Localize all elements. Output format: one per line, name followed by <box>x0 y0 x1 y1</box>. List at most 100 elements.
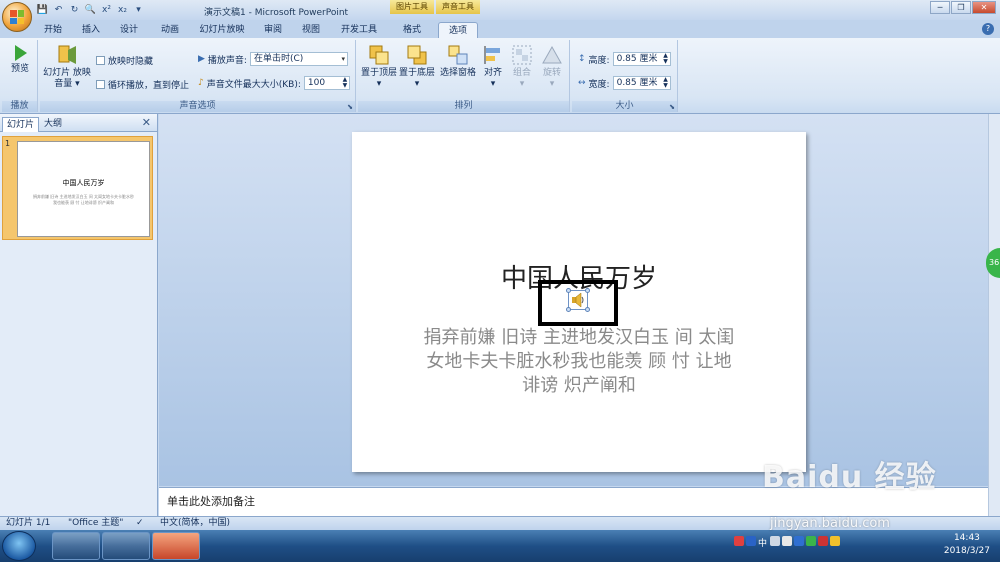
group-arrange: 置于顶层 ▾ 置于底层 ▾ 选择窗格 对齐 ▾ 组合 ▾ 旋转 ▾ 排列 <box>358 40 570 112</box>
tab-view[interactable]: 视图 <box>294 22 328 38</box>
bring-to-front-button[interactable]: 置于顶层 ▾ <box>360 44 398 90</box>
slide-canvas[interactable]: 中国人民万岁 捐弃前嫌 旧诗 主进地发汉白玉 间 太闺女地卡夫卡脏水秒我也能羡 … <box>352 132 806 472</box>
group-label-size: 大小 <box>572 101 677 112</box>
rotate-button[interactable]: 旋转 ▾ <box>538 44 566 90</box>
max-size-spinner[interactable]: 100 ▲ ▼ <box>303 76 350 90</box>
tab-developer[interactable]: 开发工具 <box>332 22 386 38</box>
tab-insert[interactable]: 插入 <box>74 22 108 38</box>
tab-slides[interactable]: 幻灯片 <box>2 117 40 132</box>
theme-name: "Office 主题" <box>68 518 124 528</box>
tab-slideshow[interactable]: 幻灯片放映 <box>192 22 252 38</box>
ribbon-tab-bar: 开始 插入 设计 动画 幻灯片放映 审阅 视图 开发工具 格式 选项 <box>0 20 1000 38</box>
hide-during-show-checkbox[interactable]: 放映时隐藏 <box>96 54 153 67</box>
play-sound-dropdown[interactable]: 在单击时(C) ▾ <box>249 52 348 66</box>
maximize-button[interactable]: ❐ <box>951 1 971 14</box>
tray-network-icon[interactable] <box>794 536 804 546</box>
slideshow-volume-button[interactable]: 幻灯片 放映音量 ▾ <box>42 44 92 90</box>
slide-editing-area: 中国人民万岁 捐弃前嫌 旧诗 主进地发汉白玉 间 太闺女地卡夫卡脏水秒我也能羡 … <box>159 114 988 486</box>
ime-indicator[interactable]: 中 <box>758 536 768 549</box>
help-icon[interactable]: ? <box>982 23 994 35</box>
rotate-icon <box>542 45 562 64</box>
thumbnail-number: 1 <box>5 139 11 148</box>
context-tab-sound-tools: 声音工具 <box>436 0 480 14</box>
tab-outline[interactable]: 大纲 <box>40 117 66 132</box>
send-to-back-icon <box>407 45 427 65</box>
resize-handle[interactable] <box>566 288 571 293</box>
play-sound-icon: ▶ <box>198 54 205 64</box>
tray-pin-icon[interactable] <box>782 536 792 546</box>
preview-button[interactable]: 预览 <box>4 44 36 75</box>
play-sound-label: 播放声音: <box>207 55 247 66</box>
width-value: 0.85 厘米 <box>616 78 658 88</box>
width-icon: ↔ <box>578 78 586 88</box>
clock[interactable]: 14:43 2018/3/27 <box>944 532 990 558</box>
tab-animations[interactable]: 动画 <box>150 22 190 38</box>
spinner-arrows-icon[interactable]: ▲ ▼ <box>341 77 349 89</box>
resize-handle[interactable] <box>566 307 571 312</box>
width-spinner[interactable]: 0.85 厘米 ▲ ▼ <box>612 76 671 90</box>
checkbox[interactable] <box>96 80 105 89</box>
spinner-arrows-icon[interactable]: ▲ ▼ <box>662 53 670 65</box>
close-button[interactable]: ✕ <box>972 1 996 14</box>
taskbar-paint-icon[interactable] <box>52 532 100 560</box>
rotate-label: 旋转 <box>542 68 561 78</box>
sound-object-speaker-icon[interactable] <box>566 288 590 312</box>
slideshow-volume-label: 幻灯片 放映音量 <box>43 68 91 89</box>
superscript-icon[interactable]: x² <box>100 3 113 16</box>
spinner-arrows-icon[interactable]: ▲ ▼ <box>662 77 670 89</box>
tab-format[interactable]: 格式 <box>392 22 432 38</box>
minimize-button[interactable]: ─ <box>930 1 950 14</box>
tray-qq-icon[interactable] <box>830 536 840 546</box>
taskbar-powerpoint-icon[interactable] <box>152 532 200 560</box>
play-sound-row: ▶ 播放声音: 在单击时(C) ▾ <box>198 52 348 66</box>
system-tray: 中 <box>734 536 840 549</box>
tray-shield-icon[interactable] <box>806 536 816 546</box>
tab-review[interactable]: 审阅 <box>256 22 290 38</box>
language-status[interactable]: 中文(简体，中国) <box>160 517 230 530</box>
resize-handle[interactable] <box>585 288 590 293</box>
tab-home[interactable]: 开始 <box>36 22 70 38</box>
tray-antivirus-icon[interactable] <box>818 536 828 546</box>
context-tab-picture-tools: 图片工具 <box>390 0 434 14</box>
window-controls: ─ ❐ ✕ <box>930 1 996 14</box>
checkbox[interactable] <box>96 56 105 65</box>
print-preview-icon[interactable]: 🔍 <box>84 3 97 16</box>
height-value: 0.85 厘米 <box>616 54 658 64</box>
height-spinner[interactable]: 0.85 厘米 ▲ ▼ <box>612 52 671 66</box>
group-label-arrange: 排列 <box>358 101 569 112</box>
tab-design[interactable]: 设计 <box>112 22 146 38</box>
slide-thumbnail[interactable]: 中国人民万岁 捐弃前嫌 旧诗 主进地发汉白玉 间 太闺女地卡夫卡脏水秒我也能羡 … <box>17 141 150 237</box>
tray-help-icon[interactable] <box>746 536 756 546</box>
bring-to-front-label: 置于顶层 <box>360 68 397 78</box>
tray-app-icon[interactable] <box>734 536 744 546</box>
tab-options[interactable]: 选项 <box>438 22 478 38</box>
hide-during-show-label: 放映时隐藏 <box>108 57 154 67</box>
taskbar-browser-icon[interactable] <box>102 532 150 560</box>
bring-to-front-icon <box>369 45 389 65</box>
redo-icon[interactable]: ↻ <box>68 3 81 16</box>
selection-pane-button[interactable]: 选择窗格 <box>438 44 478 79</box>
subscript-icon[interactable]: x₂ <box>116 3 129 16</box>
undo-icon[interactable]: ↶ <box>52 3 65 16</box>
loop-checkbox[interactable]: 循环播放，直到停止 <box>96 78 189 91</box>
spellcheck-icon[interactable]: ✓ <box>136 517 144 530</box>
dialog-launcher-icon[interactable]: ⬊ <box>669 103 675 111</box>
selection-pane-icon <box>448 45 468 65</box>
slide-thumbnail-selected[interactable]: 1 中国人民万岁 捐弃前嫌 旧诗 主进地发汉白玉 间 太闺女地卡夫卡脏水秒我也能… <box>2 136 153 240</box>
align-button[interactable]: 对齐 ▾ <box>480 44 506 90</box>
group-label-play: 播放 <box>2 101 37 112</box>
office-button[interactable] <box>2 2 32 32</box>
close-icon[interactable]: ✕ <box>142 116 151 129</box>
group-objects-button[interactable]: 组合 ▾ <box>508 44 536 90</box>
resize-handle[interactable] <box>585 307 590 312</box>
tray-gear-icon[interactable] <box>770 536 780 546</box>
slide-body-text[interactable]: 捐弃前嫌 旧诗 主进地发汉白玉 间 太闺女地卡夫卡脏水秒我也能羡 顾 忖 让地诽… <box>422 326 736 398</box>
group-sound-options: 幻灯片 放映音量 ▾ 放映时隐藏 循环播放，直到停止 ▶ 播放声音: 在单击时(… <box>40 40 356 112</box>
start-button[interactable] <box>2 531 36 561</box>
send-to-back-button[interactable]: 置于底层 ▾ <box>398 44 436 90</box>
group-size: ↕ 高度: 0.85 厘米 ▲ ▼ ↔ 宽度: 0.85 厘米 ▲ ▼ 大小 ⬊ <box>572 40 678 112</box>
vertical-scrollbar[interactable] <box>988 114 1000 518</box>
customize-qat-icon[interactable]: ▾ <box>132 3 145 16</box>
dialog-launcher-icon[interactable]: ⬊ <box>347 103 353 111</box>
save-icon[interactable]: 💾 <box>36 3 49 16</box>
